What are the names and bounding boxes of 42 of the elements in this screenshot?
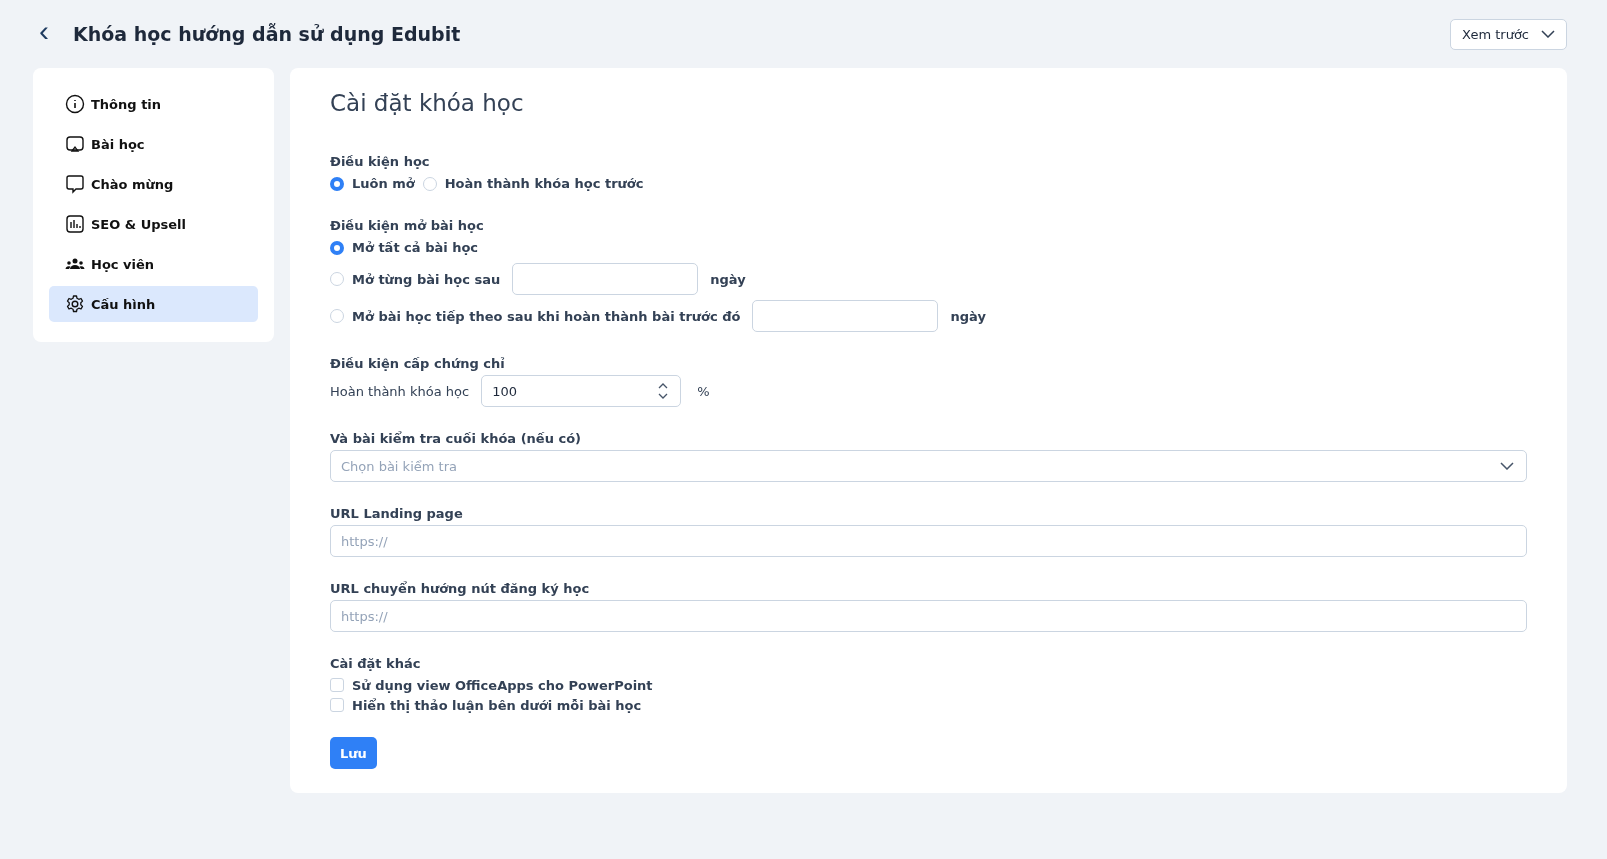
screen-icon	[65, 134, 85, 154]
url-input[interactable]: https://	[330, 600, 1527, 632]
sidebar-item[interactable]: Cấu hình	[49, 286, 258, 322]
checkbox-option[interactable]: Sử dụng view OfficeApps cho PowerPoint	[330, 675, 1527, 695]
radio-option[interactable]: Luôn mở	[330, 173, 415, 194]
bar-chart-icon	[65, 214, 85, 234]
days-input[interactable]	[752, 300, 939, 332]
chevron-down-icon	[1541, 30, 1555, 38]
number-input[interactable]: 100	[481, 375, 682, 407]
url-input[interactable]: https://	[330, 525, 1527, 557]
field-label: Điều kiện cấp chứng chỉ	[330, 356, 506, 371]
checkbox-option[interactable]: Hiển thị thảo luận bên dưới mỗi bài học	[330, 695, 1527, 715]
field-label: URL chuyển hướng nút đăng ký học	[330, 581, 591, 596]
page-title: Khóa học hướng dẫn sử dụng Edubit	[73, 23, 462, 45]
speech-bubble-icon	[65, 174, 85, 194]
section-title: Cài đặt khóa học	[330, 90, 525, 116]
field-label: Điều kiện mở bài học	[330, 218, 485, 233]
sidebar-item[interactable]: Bài học	[49, 126, 258, 162]
sidebar-item[interactable]: Thông tin	[49, 86, 258, 122]
preview-dropdown[interactable]: Xem trước	[1450, 18, 1567, 50]
field-label: URL Landing page	[330, 506, 464, 521]
sidebar-item[interactable]: Học viên	[49, 246, 258, 282]
field-label: Hoàn thành khóa học	[330, 383, 470, 399]
field-label: Và bài kiểm tra cuối khóa (nếu có)	[330, 431, 582, 446]
settings-icon	[65, 294, 85, 314]
sidebar-item[interactable]: Chào mừng	[49, 166, 258, 202]
chevron-down-icon	[1500, 462, 1514, 470]
sidebar-item[interactable]: SEO & Upsell	[49, 206, 258, 242]
back-button[interactable]: ‹	[33, 16, 63, 52]
stepper-icon	[658, 382, 669, 400]
unit-label: ngày	[950, 308, 986, 324]
days-input[interactable]	[512, 263, 699, 295]
radio-option[interactable]: Mở bài học tiếp theo sau khi hoàn thành bài trước đó	[330, 305, 741, 327]
info-icon	[65, 94, 85, 114]
unit-label: %	[697, 383, 710, 399]
field-label: Cài đặt khác	[330, 656, 422, 671]
radio-option[interactable]: Mở tất cả bài học	[330, 237, 479, 258]
radio-option[interactable]: Hoàn thành khóa học trước	[422, 173, 644, 194]
save-button[interactable]: Lưu	[330, 737, 377, 769]
radio-option[interactable]: Mở từng bài học sau	[330, 268, 501, 290]
field-label: Điều kiện học	[330, 154, 431, 169]
unit-label: ngày	[710, 271, 746, 287]
